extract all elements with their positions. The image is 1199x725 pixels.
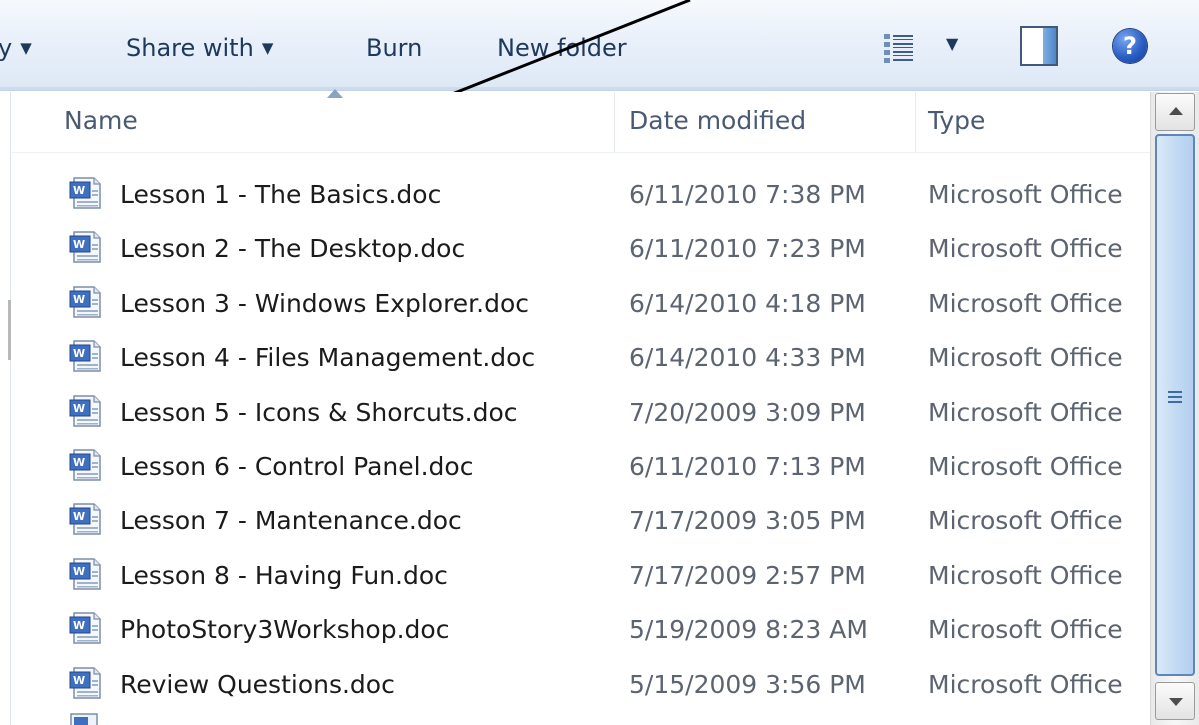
column-header-bar: Name Date modified Type bbox=[12, 89, 1150, 153]
word-document-icon: W bbox=[69, 340, 101, 372]
word-document-icon: W bbox=[69, 612, 101, 644]
file-name: Lesson 7 - Mantenance.doc bbox=[120, 506, 462, 536]
file-row[interactable]: W Review Questions.doc 5/15/2009 3:56 PM Mi… bbox=[12, 660, 1150, 714]
word-document-icon: W bbox=[69, 666, 101, 699]
file-row[interactable]: W Lesson 5 - Icons & Shorcuts.doc 7/20/200… bbox=[12, 388, 1150, 442]
file-date-modified: 7/17/2009 2:57 PM bbox=[629, 560, 866, 590]
file-date-modified: 7/17/2009 3:05 PM bbox=[629, 506, 866, 536]
svg-text:W: W bbox=[73, 565, 85, 578]
column-header-date-modified[interactable]: Date modified bbox=[629, 106, 806, 135]
sort-ascending-icon bbox=[327, 89, 343, 98]
file-type: Microsoft Office bbox=[928, 397, 1123, 427]
file-row[interactable]: W PhotoStory3Workshop.doc 5/19/2009 8:23 A… bbox=[12, 605, 1150, 659]
file-name: Lesson 4 - Files Management.doc bbox=[120, 343, 536, 373]
burn-button[interactable]: Burn bbox=[366, 28, 422, 68]
word-document-icon: W bbox=[69, 449, 101, 481]
view-details-icon[interactable] bbox=[882, 30, 916, 66]
new-folder-button[interactable]: New folder bbox=[497, 28, 627, 68]
view-options-dropdown[interactable]: ▼ bbox=[946, 34, 958, 53]
file-name: Lesson 1 - The Basics.doc bbox=[120, 180, 442, 209]
vertical-scrollbar[interactable] bbox=[1150, 92, 1199, 725]
file-name: Review Questions.doc bbox=[120, 669, 395, 699]
scroll-grip-icon bbox=[1168, 391, 1182, 406]
share-with-label: Share with bbox=[126, 34, 254, 62]
file-type: Microsoft Office bbox=[928, 451, 1123, 481]
file-row[interactable]: W Lesson 6 - Control Panel.doc 6/11/2010 7… bbox=[12, 442, 1150, 496]
scroll-thumb[interactable] bbox=[1155, 134, 1195, 676]
column-divider[interactable] bbox=[915, 92, 916, 152]
file-type: Microsoft Office bbox=[928, 669, 1123, 699]
svg-text:W: W bbox=[73, 184, 85, 197]
file-date-modified: 6/14/2010 4:33 PM bbox=[629, 343, 866, 373]
preview-pane-icon[interactable] bbox=[1020, 26, 1058, 66]
svg-text:W: W bbox=[73, 347, 85, 360]
file-row[interactable]: W Lesson 1 - The Basics.doc 6/11/2010 7:38… bbox=[12, 170, 1150, 224]
file-type: Microsoft Office bbox=[928, 506, 1123, 536]
file-row[interactable]: W Lesson 7 - Mantenance.doc 7/17/2009 3:05… bbox=[12, 496, 1150, 550]
file-date-modified: 5/15/2009 3:56 PM bbox=[629, 669, 866, 699]
file-date-modified: 6/11/2010 7:13 PM bbox=[629, 451, 866, 481]
file-type: Microsoft Office bbox=[928, 615, 1123, 645]
file-type: Microsoft Office bbox=[928, 288, 1123, 318]
file-row[interactable]: W Lesson 8 - Having Fun.doc 7/17/2009 2:57… bbox=[12, 551, 1150, 605]
file-date-modified: 6/11/2010 7:38 PM bbox=[629, 180, 866, 209]
file-name: Lesson 8 - Having Fun.doc bbox=[120, 560, 448, 590]
svg-text:W: W bbox=[73, 238, 85, 251]
pane-splitter[interactable] bbox=[8, 300, 11, 360]
file-date-modified: 5/19/2009 8:23 AM bbox=[629, 615, 868, 645]
file-name: Lesson 2 - The Desktop.doc bbox=[120, 234, 466, 264]
file-date-modified: 7/20/2009 3:09 PM bbox=[629, 397, 866, 427]
file-type: Microsoft Office bbox=[928, 180, 1123, 209]
svg-text:W: W bbox=[73, 510, 85, 523]
word-document-icon: W bbox=[69, 557, 101, 590]
file-date-modified: 6/11/2010 7:23 PM bbox=[629, 234, 866, 264]
burn-label: Burn bbox=[366, 34, 423, 62]
help-icon[interactable]: ? bbox=[1113, 29, 1147, 63]
file-row[interactable]: W Lesson 2 - The Desktop.doc 6/11/2010 7:2… bbox=[12, 224, 1150, 278]
file-row[interactable]: W Lesson 4 - Files Management.doc 6/14/201… bbox=[12, 333, 1150, 387]
file-type: Microsoft Office bbox=[928, 234, 1123, 264]
svg-text:W: W bbox=[73, 402, 85, 415]
file-row[interactable]: W Lesson 3 - Windows Explorer.doc 6/14/201… bbox=[12, 279, 1150, 333]
file-type: Microsoft Office bbox=[928, 560, 1123, 590]
svg-text:W: W bbox=[73, 293, 85, 306]
column-header-type[interactable]: Type bbox=[928, 106, 985, 135]
scroll-up-button[interactable] bbox=[1155, 93, 1195, 131]
include-in-library-button[interactable]: y ▼ bbox=[0, 28, 32, 68]
column-header-name[interactable]: Name bbox=[64, 106, 138, 135]
word-document-icon: W bbox=[69, 286, 101, 318]
word-document-icon bbox=[70, 713, 98, 725]
include-in-library-label: y bbox=[0, 34, 13, 62]
word-document-icon: W bbox=[69, 503, 101, 536]
svg-text:W: W bbox=[73, 619, 85, 632]
word-document-icon: W bbox=[69, 177, 101, 209]
file-type: Microsoft Office bbox=[928, 343, 1123, 373]
word-document-icon: W bbox=[69, 394, 101, 427]
file-date-modified: 6/14/2010 4:18 PM bbox=[629, 288, 866, 318]
share-with-button[interactable]: Share with ▼ bbox=[126, 28, 273, 68]
word-document-icon: W bbox=[69, 231, 101, 264]
new-folder-label: New folder bbox=[497, 34, 627, 62]
chevron-down-icon: ▼ bbox=[20, 39, 32, 57]
file-name: Lesson 6 - Control Panel.doc bbox=[120, 451, 474, 481]
navigation-pane-edge bbox=[0, 92, 11, 725]
command-bar: y ▼ Share with ▼ Burn New folder ▼ ? bbox=[0, 0, 1199, 91]
file-name: Lesson 5 - Icons & Shorcuts.doc bbox=[120, 397, 518, 427]
svg-text:W: W bbox=[73, 456, 85, 469]
file-name: Lesson 3 - Windows Explorer.doc bbox=[120, 288, 530, 318]
chevron-down-icon: ▼ bbox=[261, 39, 274, 57]
column-divider[interactable] bbox=[614, 92, 615, 152]
file-name: PhotoStory3Workshop.doc bbox=[120, 615, 450, 645]
file-list: W Lesson 1 - The Basics.doc 6/11/2010 7:38… bbox=[12, 170, 1150, 714]
svg-text:W: W bbox=[73, 674, 85, 687]
scroll-down-button[interactable] bbox=[1155, 682, 1195, 720]
